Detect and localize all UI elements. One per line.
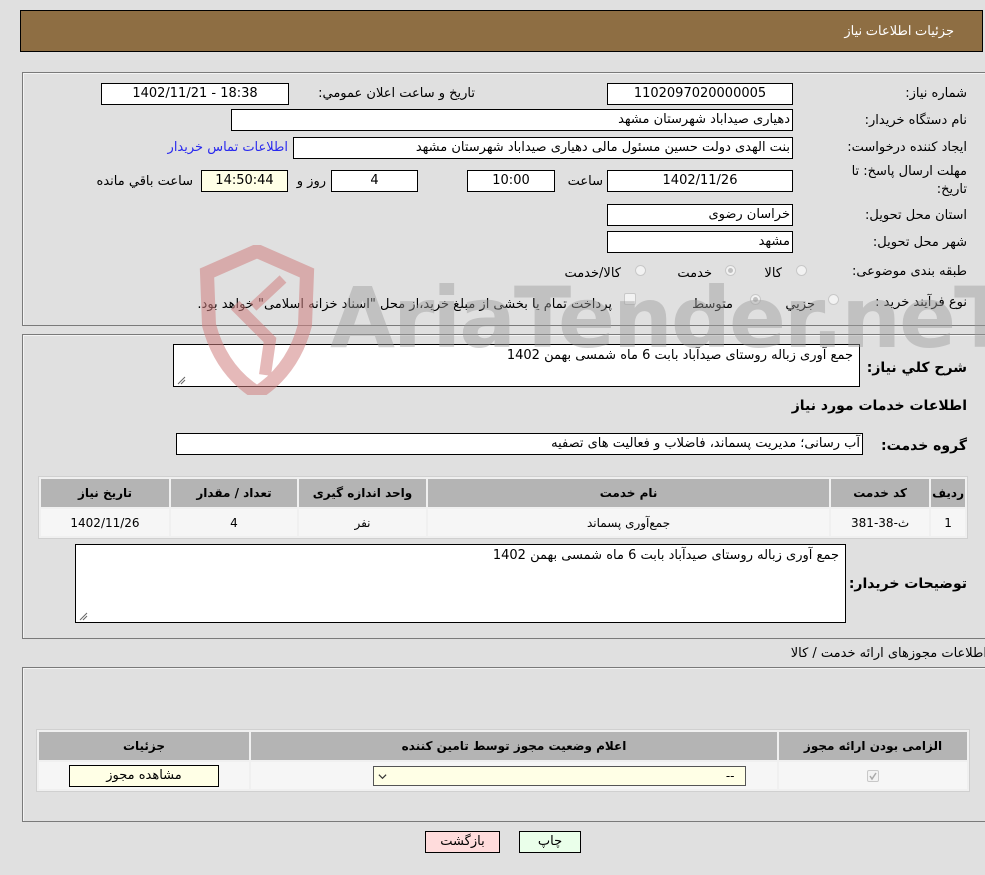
table-row: 1 ث-38-381 جمع‌آوری پسماند نفر 4 1402/11… <box>41 509 965 536</box>
service-group-field: آب رسانی؛ مدیریت پسماند، فاضلاب و فعالیت… <box>176 433 863 455</box>
chevron-down-icon <box>377 773 387 779</box>
process-option-minor: جزيي <box>785 297 815 312</box>
province-field: خراسان رضوی <box>607 204 793 226</box>
city-label: شهر محل تحویل: <box>872 235 967 250</box>
requester-label: ایجاد کننده درخواست: <box>847 140 967 155</box>
category-radio-goods[interactable] <box>796 265 807 276</box>
announce-date-field: 1402/11/21 - 18:38 <box>101 83 289 105</box>
category-option-goods-service: کالا/خدمت <box>564 266 621 281</box>
permits-table-header: الزامی بودن ارائه مجوز اعلام وضعیت مجوز … <box>39 732 967 760</box>
category-option-goods: کالا <box>764 266 782 281</box>
cell-permit-details: مشاهده مجوز <box>39 762 249 789</box>
resize-grip-icon[interactable] <box>176 375 186 385</box>
permit-required-checkbox[interactable] <box>867 770 879 782</box>
cell-permit-status: -- <box>251 762 777 789</box>
treasury-checkbox[interactable] <box>624 293 636 305</box>
col-need-date: تاریخ نیاز <box>41 479 169 507</box>
col-unit: واحد اندازه گیری <box>299 479 426 507</box>
permits-heading: اطلاعات مجوزهای ارائه خدمت / کالا <box>790 646 985 661</box>
view-permit-button[interactable]: مشاهده مجوز <box>69 764 219 787</box>
cell-row: 1 <box>931 509 965 536</box>
days-label: روز و <box>296 174 326 189</box>
col-quantity: تعداد / مقدار <box>171 479 297 507</box>
deadline-time-label: ساعت <box>567 174 603 189</box>
days-remaining-field: 4 <box>331 170 418 192</box>
treasury-checkbox-label: پرداخت تمام یا بخشی از مبلغ خرید،از محل … <box>197 297 612 312</box>
page-title: جزئیات اطلاعات نیاز <box>844 23 954 38</box>
process-radio-minor[interactable] <box>828 294 839 305</box>
category-radio-service[interactable] <box>725 265 736 276</box>
city-field: مشهد <box>607 231 793 253</box>
process-option-medium: متوسط <box>692 297 733 312</box>
table-row: -- مشاهده مجوز <box>39 762 967 789</box>
cell-service-code: ث-38-381 <box>831 509 930 536</box>
page-header: جزئیات اطلاعات نیاز <box>20 10 983 52</box>
buyer-org-label: نام دستگاه خریدار: <box>864 113 967 128</box>
cell-service-name: جمع‌آوری پسماند <box>428 509 830 536</box>
buyer-contact-link[interactable]: اطلاعات تماس خریدار <box>168 140 288 155</box>
announce-date-label: تاریخ و ساعت اعلان عمومي: <box>318 86 475 101</box>
buyer-notes-textarea[interactable]: جمع آوری زباله روستای صیدآباد بابت 6 ماه… <box>75 544 846 623</box>
col-service-name: نام خدمت <box>428 479 830 507</box>
cell-need-date: 1402/11/26 <box>41 509 169 536</box>
checkmark-icon <box>869 772 877 781</box>
category-label: طبقه بندی موضوعی: <box>851 264 967 279</box>
cell-unit: نفر <box>299 509 426 536</box>
col-permit-required: الزامی بودن ارائه مجوز <box>779 732 967 760</box>
print-button[interactable]: چاپ <box>519 831 581 853</box>
services-heading: اطلاعات خدمات مورد نیاز <box>791 398 967 414</box>
process-radio-medium[interactable] <box>750 294 761 305</box>
remaining-time-field: 14:50:44 <box>201 170 288 192</box>
services-table-header: ردیف کد خدمت نام خدمت واحد اندازه گیری ت… <box>41 479 965 507</box>
permits-table: الزامی بودن ارائه مجوز اعلام وضعیت مجوز … <box>36 729 970 792</box>
permit-status-select[interactable]: -- <box>372 765 746 786</box>
col-service-code: کد خدمت <box>831 479 930 507</box>
buyer-org-field: دهیاری صیداباد شهرستان مشهد <box>231 109 793 131</box>
resize-grip-icon[interactable] <box>78 611 88 621</box>
service-group-label: گروه خدمت: <box>881 438 967 454</box>
province-label: استان محل تحویل: <box>865 208 967 223</box>
requester-field: بنت الهدی دولت حسین مسئول مالی دهیاری صی… <box>293 137 793 159</box>
col-row: ردیف <box>931 479 965 507</box>
need-number-field: 1102097020000005 <box>607 83 793 105</box>
deadline-date-field: 1402/11/26 <box>607 170 793 192</box>
cell-permit-required <box>779 762 967 789</box>
services-table: ردیف کد خدمت نام خدمت واحد اندازه گیری ت… <box>38 476 968 539</box>
back-button[interactable]: بازگشت <box>425 831 500 853</box>
deadline-time-field: 10:00 <box>467 170 555 192</box>
category-option-service: خدمت <box>677 266 712 281</box>
need-number-label: شماره نیاز: <box>905 86 967 101</box>
process-type-label: نوع فرآیند خرید : <box>875 295 967 310</box>
description-label: شرح کلي نیاز: <box>866 360 967 376</box>
description-textarea[interactable]: جمع آوری زباله روستای صیدآباد بابت 6 ماه… <box>173 344 860 387</box>
cell-quantity: 4 <box>171 509 297 536</box>
deadline-label: مهلت ارسال پاسخ: تا تاریخ: <box>851 164 967 197</box>
category-radio-goods-service[interactable] <box>635 265 646 276</box>
col-permit-details: جزئیات <box>39 732 249 760</box>
col-permit-status: اعلام وضعیت مجوز توسط تامین کننده <box>251 732 777 760</box>
buyer-notes-label: توضیحات خریدار: <box>848 576 967 592</box>
remaining-time-label: ساعت باقي مانده <box>96 174 193 189</box>
